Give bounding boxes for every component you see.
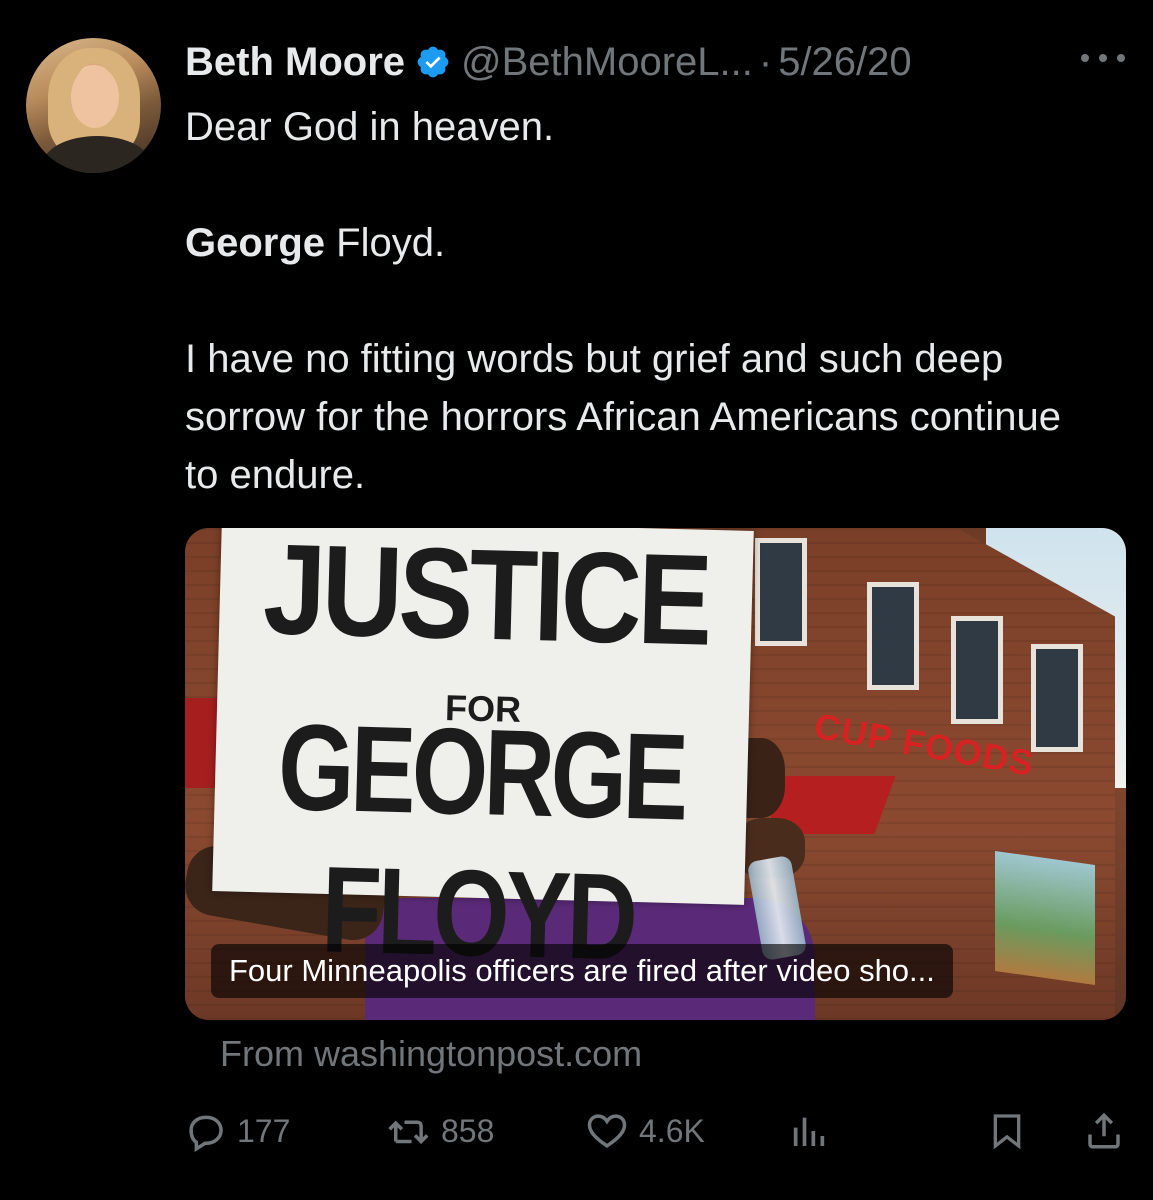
like-button[interactable]: 4.6K xyxy=(585,1108,705,1154)
like-count: 4.6K xyxy=(639,1112,705,1149)
more-icon[interactable] xyxy=(1081,40,1125,76)
share-button[interactable] xyxy=(1083,1108,1125,1154)
more-dot xyxy=(1081,54,1089,62)
retweet-button[interactable]: 858 xyxy=(385,1108,494,1154)
mural xyxy=(995,850,1095,986)
protest-sign: JUSTICE FOR GEORGE FLOYD xyxy=(212,528,754,986)
avatar-face xyxy=(71,66,119,128)
views-button[interactable] xyxy=(789,1108,829,1154)
card-caption[interactable]: Four Minneapolis officers are fired afte… xyxy=(211,944,953,998)
building-window xyxy=(755,538,807,646)
bookmark-button[interactable] xyxy=(987,1108,1027,1154)
tweet-text-line: I have no fitting words but grief and su… xyxy=(185,337,1061,497)
verified-badge-icon xyxy=(415,44,451,80)
tweet-text-line: George Floyd. xyxy=(185,214,1085,272)
building-window xyxy=(951,616,1003,724)
reply-button[interactable]: 177 xyxy=(185,1108,290,1154)
tweet-text-rest: Floyd. xyxy=(325,221,446,265)
retweet-count: 858 xyxy=(441,1112,495,1149)
link-card[interactable]: CUP FOODS JUSTICE FOR GEORGE FLOYD Four … xyxy=(185,528,1126,1020)
tweet-text: Dear God in heaven. George Floyd. I have… xyxy=(185,98,1085,504)
tweet-date[interactable]: 5/26/20 xyxy=(778,40,911,85)
action-bar: 177 858 4.6K xyxy=(185,1108,1125,1154)
retweet-icon xyxy=(385,1110,431,1152)
reply-icon xyxy=(185,1110,227,1152)
author-name[interactable]: Beth Moore xyxy=(185,40,405,85)
more-dot xyxy=(1099,54,1107,62)
card-source[interactable]: From washingtonpost.com xyxy=(220,1033,642,1075)
building-window xyxy=(1031,644,1083,752)
bookmark-icon xyxy=(987,1109,1027,1153)
avatar[interactable] xyxy=(26,38,161,173)
building-window xyxy=(867,582,919,690)
tweet-header: Beth Moore @BethMooreL... · 5/26/20 xyxy=(185,38,912,86)
views-icon xyxy=(789,1110,829,1152)
author-handle[interactable]: @BethMooreL... xyxy=(461,40,753,85)
sign-line: JUSTICE xyxy=(261,528,711,673)
separator: · xyxy=(758,39,773,84)
more-dot xyxy=(1117,54,1125,62)
reply-count: 177 xyxy=(237,1112,291,1149)
tweet-text-line: Dear God in heaven. xyxy=(185,105,555,149)
share-icon xyxy=(1083,1109,1125,1153)
tweet-text-bold: George xyxy=(185,221,326,265)
like-icon xyxy=(585,1110,629,1152)
